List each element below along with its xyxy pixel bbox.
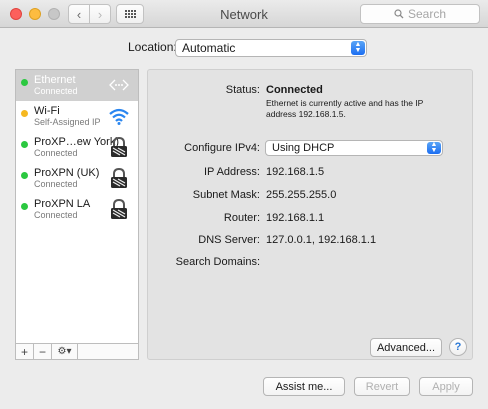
subnet-mask-value: 255.255.255.0 [266, 189, 337, 201]
service-proxpn-la[interactable]: ProXPN LA Connected [16, 194, 138, 225]
help-icon: ? [454, 341, 462, 353]
service-name: Wi-Fi [34, 105, 60, 117]
location-label: Location: [128, 40, 177, 54]
location-popup[interactable]: Automatic ▲ ▼ [175, 39, 367, 57]
wifi-icon [109, 108, 129, 125]
service-ethernet[interactable]: Ethernet Connected [16, 70, 138, 101]
revert-button[interactable]: Revert [354, 377, 410, 396]
ip-address-label: IP Address: [203, 166, 260, 178]
service-status: Connected [34, 210, 78, 220]
router-label: Router: [223, 212, 260, 224]
search-icon [394, 9, 404, 19]
service-list: Ethernet Connected Wi-Fi Self-Assigned I… [15, 69, 139, 344]
dns-server-value: 127.0.0.1, 192.168.1.1 [266, 234, 377, 246]
lock-icon [111, 167, 127, 188]
assist-me-button[interactable]: Assist me... [263, 377, 345, 396]
status-dot [21, 141, 28, 148]
router-value: 192.168.1.1 [266, 212, 325, 224]
location-value: Automatic [182, 41, 236, 55]
search-domains-label: Search Domains: [175, 256, 260, 268]
status-dot [21, 110, 28, 117]
status-dot [21, 79, 28, 86]
service-list-toolbar: + − ⚙▾ [15, 344, 139, 360]
help-button[interactable]: ? [449, 338, 467, 356]
advanced-button[interactable]: Advanced... [370, 338, 442, 357]
service-status: Connected [34, 179, 78, 189]
status-dot [21, 203, 28, 210]
service-name: ProXPN (UK) [34, 167, 100, 179]
add-service-button[interactable]: + [16, 344, 34, 359]
status-value: Connected [266, 84, 323, 96]
popup-arrows-icon: ▲ ▼ [351, 41, 365, 55]
configure-ipv4-label: Configure IPv4: [184, 142, 260, 154]
ethernet-icon [109, 79, 129, 91]
service-wifi[interactable]: Wi-Fi Self-Assigned IP [16, 101, 138, 132]
service-status: Self-Assigned IP [34, 117, 101, 127]
status-description: Ethernet is currently active and has the… [266, 98, 424, 119]
service-name: ProXP…ew York) [34, 136, 119, 148]
remove-service-button[interactable]: − [34, 344, 52, 359]
popup-arrows-icon: ▲ ▼ [427, 141, 441, 154]
status-label: Status: [225, 84, 260, 96]
configure-ipv4-popup[interactable]: Using DHCP ▲ ▼ [265, 140, 443, 156]
service-name: Ethernet [34, 74, 76, 86]
service-proxpn-uk[interactable]: ProXPN (UK) Connected [16, 163, 138, 194]
dns-server-label: DNS Server: [198, 234, 260, 246]
service-status: Connected [34, 86, 78, 96]
service-name: ProXPN LA [34, 198, 91, 210]
configure-ipv4-value: Using DHCP [272, 142, 335, 154]
apply-button[interactable]: Apply [419, 377, 473, 396]
lock-icon [111, 136, 127, 157]
search-field[interactable]: Search [360, 4, 480, 24]
search-placeholder: Search [407, 7, 447, 21]
action-menu-button[interactable]: ⚙▾ [52, 344, 78, 359]
service-proxpn-new-york[interactable]: ProXP…ew York) Connected [16, 132, 138, 163]
ip-address-value: 192.168.1.5 [266, 166, 325, 178]
service-status: Connected [34, 148, 78, 158]
subnet-mask-label: Subnet Mask: [192, 189, 260, 201]
lock-icon [111, 198, 127, 219]
title-bar: ‹ › Network Search [0, 0, 488, 28]
status-dot [21, 172, 28, 179]
